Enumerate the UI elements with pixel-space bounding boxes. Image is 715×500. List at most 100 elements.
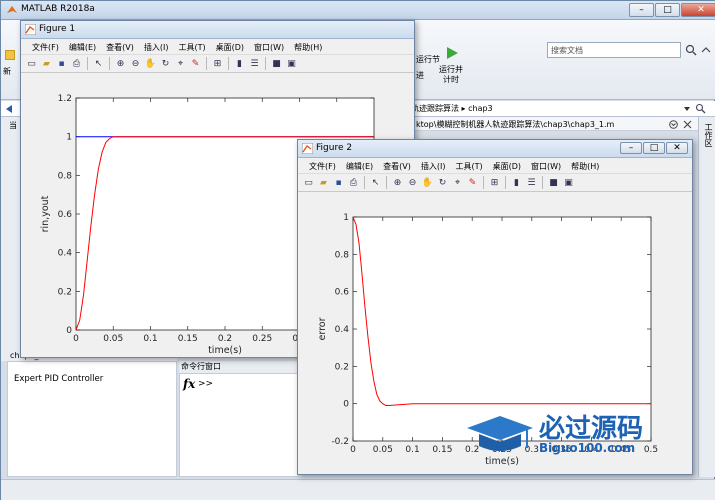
figure-2-toolbar: ▭ ▰ ▪ ⎙ ↖ ⊕ ⊖ ✋ ↻ ⌖ ✎ ⊞ ▮ ☰ ■ ▣ (298, 174, 692, 192)
menu-tools[interactable]: 工具(T) (450, 161, 487, 172)
show-plot-tools-icon[interactable]: ▣ (562, 176, 575, 189)
menu-file[interactable]: 文件(F) (27, 42, 64, 53)
y-axis-label: error (317, 317, 328, 340)
details-pane-text: Expert PID Controller (14, 374, 104, 384)
figure-2-title: Figure 2 (316, 143, 353, 153)
maximize-button[interactable]: □ (655, 3, 680, 17)
matlab-logo-icon (7, 6, 17, 13)
editor-file-path-bar: ktop\模糊控制机器人轨迹跟踪算法\chap3\chap3_1.m (413, 117, 698, 131)
menu-file[interactable]: 文件(F) (304, 161, 341, 172)
close-button[interactable]: ✕ (666, 142, 688, 154)
details-pane: Expert PID Controller (7, 361, 177, 477)
watermark-subtext: Biguo100.com (539, 441, 636, 455)
print-icon[interactable]: ⎙ (70, 57, 83, 70)
menu-tools[interactable]: 工具(T) (173, 42, 210, 53)
ribbon-new-label[interactable]: 新 (3, 66, 11, 77)
save-icon[interactable]: ▪ (55, 57, 68, 70)
path-breadcrumb[interactable]: 轨迹跟踪算法 ▸ chap3 (411, 103, 493, 114)
zoom-in-icon[interactable]: ⊕ (114, 57, 127, 70)
link-plot-icon[interactable]: ⊞ (211, 57, 224, 70)
menu-insert[interactable]: 插入(I) (416, 161, 451, 172)
fx-function-browser-icon[interactable]: fx (183, 377, 195, 391)
menu-window[interactable]: 窗口(W) (526, 161, 566, 172)
search-icon[interactable] (685, 44, 697, 56)
current-folder-stub: 当 (1, 117, 21, 361)
run-and-time-icon[interactable] (444, 45, 460, 61)
menu-desktop[interactable]: 桌面(D) (211, 42, 249, 53)
close-icon[interactable] (683, 120, 692, 129)
close-button[interactable]: ✕ (681, 3, 715, 17)
data-cursor-icon[interactable]: ⌖ (451, 176, 464, 189)
edit-plot-arrow-icon[interactable]: ↖ (369, 176, 382, 189)
pan-hand-icon[interactable]: ✋ (421, 176, 434, 189)
rotate-3d-icon[interactable]: ↻ (159, 57, 172, 70)
x-tick-label: 0.05 (373, 445, 393, 455)
back-arrow-icon[interactable] (4, 104, 14, 114)
command-prompt[interactable]: >> (198, 379, 213, 389)
hide-plot-tools-icon[interactable]: ■ (270, 57, 283, 70)
data-cursor-icon[interactable]: ⌖ (174, 57, 187, 70)
y-tick-label: 0.6 (335, 288, 350, 298)
menu-edit[interactable]: 编辑(E) (341, 161, 378, 172)
ribbon-run-section-label[interactable]: 运行节 (416, 54, 440, 65)
colorbar-icon[interactable]: ▮ (233, 57, 246, 70)
documentation-search-input[interactable]: 搜索文档 (547, 42, 681, 58)
new-figure-icon[interactable]: ▭ (302, 176, 315, 189)
menu-window[interactable]: 窗口(W) (249, 42, 289, 53)
collapse-ribbon-icon[interactable] (700, 44, 712, 56)
chevron-down-icon[interactable] (683, 105, 691, 113)
minimize-button[interactable]: – (629, 3, 654, 17)
brush-icon[interactable]: ✎ (466, 176, 479, 189)
figure-1-menubar: 文件(F) 编辑(E) 查看(V) 插入(I) 工具(T) 桌面(D) 窗口(W… (21, 40, 414, 55)
legend-icon[interactable]: ☰ (248, 57, 261, 70)
x-tick-label: 0.15 (178, 334, 198, 344)
expand-icon[interactable] (669, 120, 678, 129)
workspace-side-tab[interactable]: 工作区 (698, 117, 715, 477)
menu-view[interactable]: 查看(V) (378, 161, 416, 172)
y-tick-label: 1 (66, 133, 72, 143)
new-script-icon[interactable] (5, 50, 15, 60)
graduation-cap-logo-icon (467, 416, 533, 451)
menu-help[interactable]: 帮助(H) (566, 161, 604, 172)
menu-desktop[interactable]: 桌面(D) (488, 161, 526, 172)
open-file-icon[interactable]: ▰ (40, 57, 53, 70)
menu-edit[interactable]: 编辑(E) (64, 42, 101, 53)
brush-icon[interactable]: ✎ (189, 57, 202, 70)
colorbar-icon[interactable]: ▮ (510, 176, 523, 189)
y-tick-label: 0.8 (58, 171, 73, 181)
y-tick-label: 0.4 (335, 325, 350, 335)
save-icon[interactable]: ▪ (332, 176, 345, 189)
maximize-button[interactable]: □ (643, 142, 665, 154)
zoom-in-icon[interactable]: ⊕ (391, 176, 404, 189)
workspace-tab-label[interactable]: 工作区 (703, 123, 714, 147)
edit-plot-arrow-icon[interactable]: ↖ (92, 57, 105, 70)
y-tick-label: 1.2 (58, 94, 72, 104)
new-figure-icon[interactable]: ▭ (25, 57, 38, 70)
rotate-3d-icon[interactable]: ↻ (436, 176, 449, 189)
legend-icon[interactable]: ☰ (525, 176, 538, 189)
y-tick-label: -0.2 (331, 437, 349, 447)
command-window[interactable]: fx >> (179, 373, 299, 477)
x-tick-label: 0 (73, 334, 79, 344)
figure-1-title-bar: Figure 1 (21, 21, 414, 39)
ribbon-advance-label[interactable]: 进 (416, 70, 424, 81)
command-window-title: 命令行窗口 (179, 361, 299, 373)
show-plot-tools-icon[interactable]: ▣ (285, 57, 298, 70)
figure-2-menubar-wrap: 文件(F) 编辑(E) 查看(V) 插入(I) 工具(T) 桌面(D) 窗口(W… (298, 159, 692, 192)
minimize-button[interactable]: – (620, 142, 642, 154)
print-icon[interactable]: ⎙ (347, 176, 360, 189)
menu-view[interactable]: 查看(V) (101, 42, 139, 53)
menu-insert[interactable]: 插入(I) (139, 42, 174, 53)
status-bar (1, 479, 715, 500)
pan-hand-icon[interactable]: ✋ (144, 57, 157, 70)
open-file-icon[interactable]: ▰ (317, 176, 330, 189)
x-tick-label: 0 (350, 445, 356, 455)
zoom-out-icon[interactable]: ⊖ (406, 176, 419, 189)
ribbon-run-timer-label[interactable]: 运行并 计时 (439, 65, 463, 85)
search-icon[interactable] (695, 103, 706, 114)
link-plot-icon[interactable]: ⊞ (488, 176, 501, 189)
menu-help[interactable]: 帮助(H) (289, 42, 327, 53)
hide-plot-tools-icon[interactable]: ■ (547, 176, 560, 189)
zoom-out-icon[interactable]: ⊖ (129, 57, 142, 70)
figure-1-title: Figure 1 (39, 24, 76, 34)
